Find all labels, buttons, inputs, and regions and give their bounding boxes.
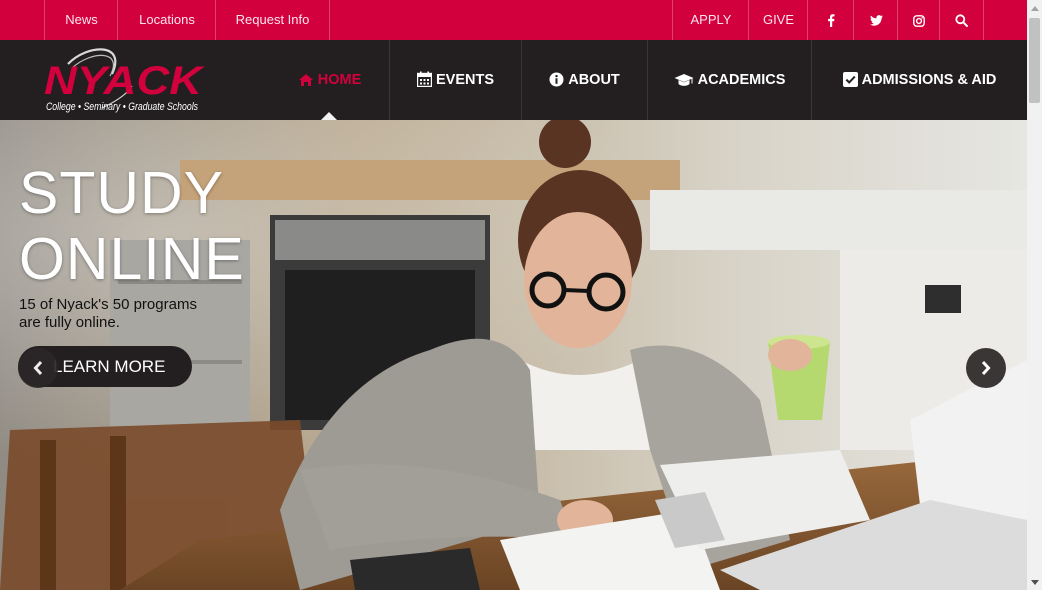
logo-tagline: College • Seminary • Graduate Schools <box>46 101 198 113</box>
nav-home[interactable]: HOME <box>270 40 389 120</box>
request-info-link[interactable]: Request Info <box>215 0 330 40</box>
slider-prev-button[interactable] <box>18 348 58 388</box>
scroll-up-arrow[interactable] <box>1031 6 1039 11</box>
nav-events[interactable]: EVENTS <box>389 40 521 120</box>
nav-events-label: EVENTS <box>435 72 494 88</box>
active-nav-caret <box>321 112 337 120</box>
news-link[interactable]: News <box>44 0 118 40</box>
page-scrollbar[interactable] <box>1027 0 1042 590</box>
hero-subtitle-line1: 15 of Nyack's 50 programs <box>19 296 197 313</box>
hero-subtitle-line2: are fully online. <box>19 314 120 331</box>
apply-link[interactable]: APPLY <box>672 0 749 40</box>
nav-academics-label: ACADEMICS <box>697 72 786 88</box>
hero-subtitle: 15 of Nyack's 50 programs are fully onli… <box>19 296 219 332</box>
chevron-right-icon <box>966 360 1006 376</box>
locations-link[interactable]: Locations <box>117 0 216 40</box>
nyack-logo[interactable]: NYACK College • Seminary • Graduate Scho… <box>42 46 207 116</box>
give-link[interactable]: GIVE <box>748 0 808 40</box>
hero-title: STUDY ONLINE <box>19 160 245 292</box>
search-icon[interactable] <box>939 0 984 40</box>
scroll-thumb[interactable] <box>1029 18 1040 103</box>
nav-home-label: HOME <box>317 72 362 88</box>
hero-title-line2: ONLINE <box>19 226 245 292</box>
utility-bar: News Locations Request Info APPLY GIVE <box>0 0 1027 40</box>
chevron-left-icon <box>18 360 58 376</box>
nav-about[interactable]: ABOUT <box>521 40 647 120</box>
info-icon <box>549 72 564 87</box>
nav-academics[interactable]: ACADEMICS <box>647 40 811 120</box>
scroll-down-arrow[interactable] <box>1031 580 1039 585</box>
hero-title-line1: STUDY <box>19 160 224 226</box>
hero-slider: STUDY ONLINE 15 of Nyack's 50 programs a… <box>0 120 1027 590</box>
logo-wordmark: NYACK <box>44 59 206 103</box>
nav-admissions-label: ADMISSIONS & AID <box>861 72 997 88</box>
graduation-cap-icon <box>674 73 694 87</box>
main-navigation: NYACK College • Seminary • Graduate Scho… <box>0 40 1027 120</box>
checkbox-icon <box>842 72 858 87</box>
instagram-icon[interactable] <box>897 0 940 40</box>
calendar-icon <box>416 71 432 87</box>
nav-admissions[interactable]: ADMISSIONS & AID <box>811 40 1027 120</box>
home-icon <box>298 73 314 87</box>
twitter-icon[interactable] <box>853 0 898 40</box>
slider-next-button[interactable] <box>966 348 1006 388</box>
nav-about-label: ABOUT <box>568 72 620 88</box>
facebook-icon[interactable] <box>807 0 854 40</box>
